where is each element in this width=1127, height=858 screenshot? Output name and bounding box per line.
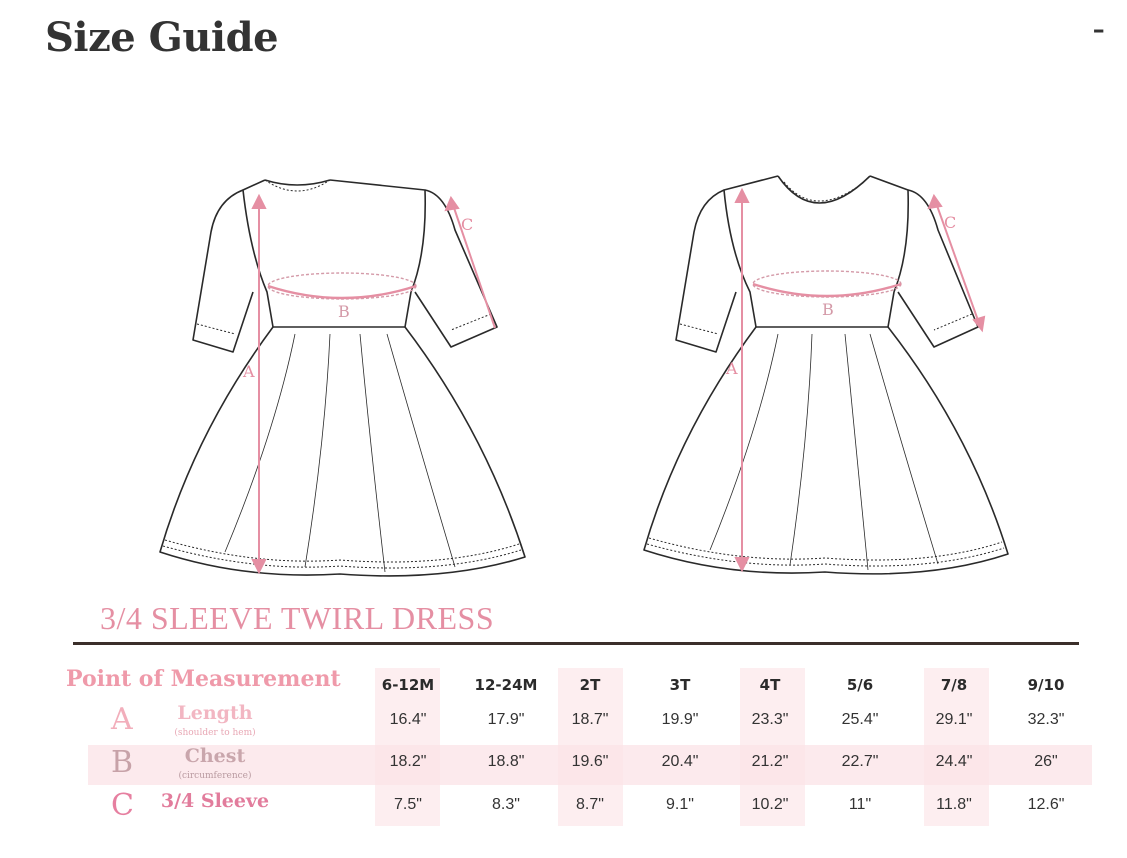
table-cell: 8.3" <box>492 796 520 813</box>
table-cell: 29.1" <box>935 711 973 728</box>
size-header: 12-24M <box>474 676 538 694</box>
table-cell: 25.4" <box>841 711 879 728</box>
row-letter: C <box>111 788 134 823</box>
measurement-name: Chest <box>184 745 246 767</box>
table-cell: 10.2" <box>751 796 789 813</box>
size-header: 5/6 <box>846 676 874 694</box>
label-b: B <box>338 302 350 321</box>
size-header: 6-12M <box>381 676 435 694</box>
table-cell: 32.3" <box>1027 711 1065 728</box>
table-cell: 16.4" <box>389 711 427 728</box>
point-of-measurement-header: Point of Measurement <box>66 666 341 692</box>
page-title: Size Guide <box>45 14 279 61</box>
collapse-button[interactable]: - <box>1092 10 1105 48</box>
product-name: 3/4 SLEEVE TWIRL DRESS <box>100 600 495 636</box>
label-a: A <box>725 359 738 378</box>
label-c: C <box>461 215 473 234</box>
table-cell: 18.7" <box>571 711 609 728</box>
table-cell: 24.4" <box>935 753 973 770</box>
table-cell: 18.8" <box>487 753 525 770</box>
table-cell: 20.4" <box>661 753 699 770</box>
size-header: 2T <box>579 676 601 694</box>
label-a: A <box>242 362 255 381</box>
measurement-name: 3/4 Sleeve <box>160 790 270 812</box>
row-letter: B <box>111 745 134 780</box>
table-cell: 12.6" <box>1027 796 1065 813</box>
table-cell: 11.8" <box>936 796 972 813</box>
size-header: 9/10 <box>1027 676 1065 694</box>
divider <box>73 642 1079 645</box>
table-cell: 23.3" <box>751 711 789 728</box>
table-cell: 22.7" <box>841 753 879 770</box>
size-header: 3T <box>669 676 691 694</box>
row-letter: A <box>111 702 133 737</box>
table-cell: 18.2" <box>389 753 427 770</box>
measurement-sub: (shoulder to hem) <box>174 728 256 738</box>
table-cell: 8.7" <box>576 796 604 813</box>
label-b: B <box>822 300 834 319</box>
table-cell: 19.9" <box>661 711 699 728</box>
size-header: 7/8 <box>940 676 968 694</box>
table-cell: 26" <box>1034 753 1058 770</box>
table-cell: 19.6" <box>571 753 609 770</box>
dress-diagram-left: A B C <box>159 179 526 577</box>
dress-diagram-right: A B C <box>643 175 1009 575</box>
table-cell: 7.5" <box>394 796 422 813</box>
table-cell: 9.1" <box>666 796 694 813</box>
table-cell: 21.2" <box>751 753 789 770</box>
table-cell: 17.9" <box>487 711 525 728</box>
size-header: 4T <box>759 676 781 694</box>
label-c: C <box>944 213 956 232</box>
measurement-name: Length <box>177 702 253 724</box>
measurement-sub: (circumference) <box>178 771 252 781</box>
table-cell: 11" <box>848 796 872 813</box>
